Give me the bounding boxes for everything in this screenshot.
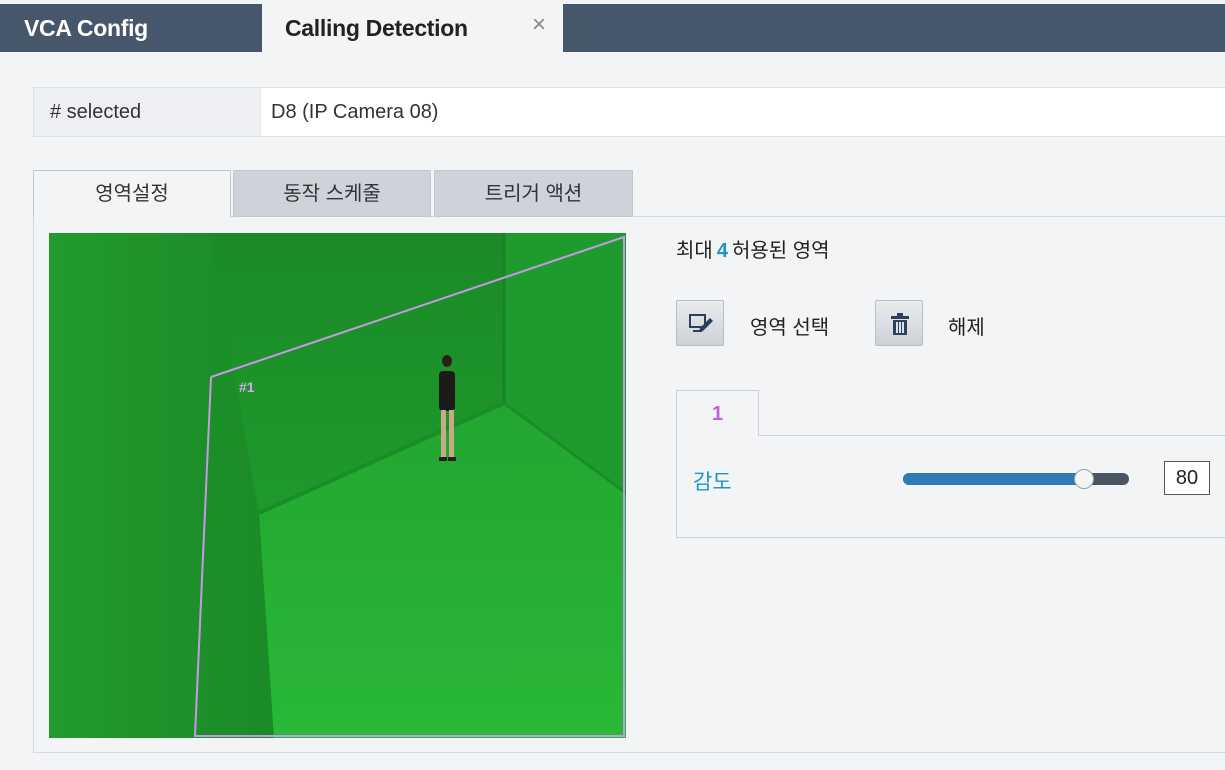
trash-icon (891, 313, 909, 335)
select-region-label: 영역 선택 (750, 317, 830, 339)
tab-calling-detection[interactable]: Calling Detection × (262, 4, 563, 52)
tab-vca-config[interactable]: VCA Config (0, 4, 262, 52)
tab-trigger-action[interactable]: 트리거 액션 (434, 170, 633, 217)
sensitivity-label: 감도 (693, 471, 732, 494)
max-regions-count: 4 (716, 240, 728, 262)
selected-value: D8 (IP Camera 08) (271, 101, 439, 123)
select-region-button[interactable] (676, 300, 724, 346)
tab-bar-background-right (563, 4, 1225, 52)
max-regions-suffix: 허용된 영역 (731, 240, 830, 262)
tab-action-schedule[interactable]: 동작 스케줄 (233, 170, 431, 217)
sensitivity-slider[interactable] (903, 473, 1129, 485)
clear-region-button[interactable] (875, 300, 923, 346)
selected-device-row: # selected D8 (IP Camera 08) (33, 87, 1225, 137)
sensitivity-slider-thumb[interactable] (1073, 469, 1094, 489)
max-regions-text: 최대 4 허용된 영역 (676, 234, 830, 263)
sensitivity-value-input[interactable] (1164, 461, 1210, 495)
selected-label: # selected (34, 88, 261, 136)
tab-calling-detection-label: Calling Detection (285, 15, 468, 41)
camera-video-view[interactable]: #1 (49, 233, 626, 738)
top-tab-bar: VCA Config Calling Detection × (0, 0, 1225, 52)
edit-region-icon (689, 314, 713, 332)
clear-region-label: 해제 (948, 317, 985, 339)
zone-settings-box (676, 435, 1225, 538)
region-number-label: #1 (239, 379, 255, 395)
close-icon[interactable]: × (529, 13, 549, 37)
max-regions-prefix: 최대 (676, 240, 713, 262)
sensitivity-slider-fill (903, 473, 1084, 485)
camera-scene (49, 233, 626, 738)
zone-tab-1[interactable]: 1 (676, 390, 759, 436)
tab-region-settings[interactable]: 영역설정 (33, 170, 231, 218)
